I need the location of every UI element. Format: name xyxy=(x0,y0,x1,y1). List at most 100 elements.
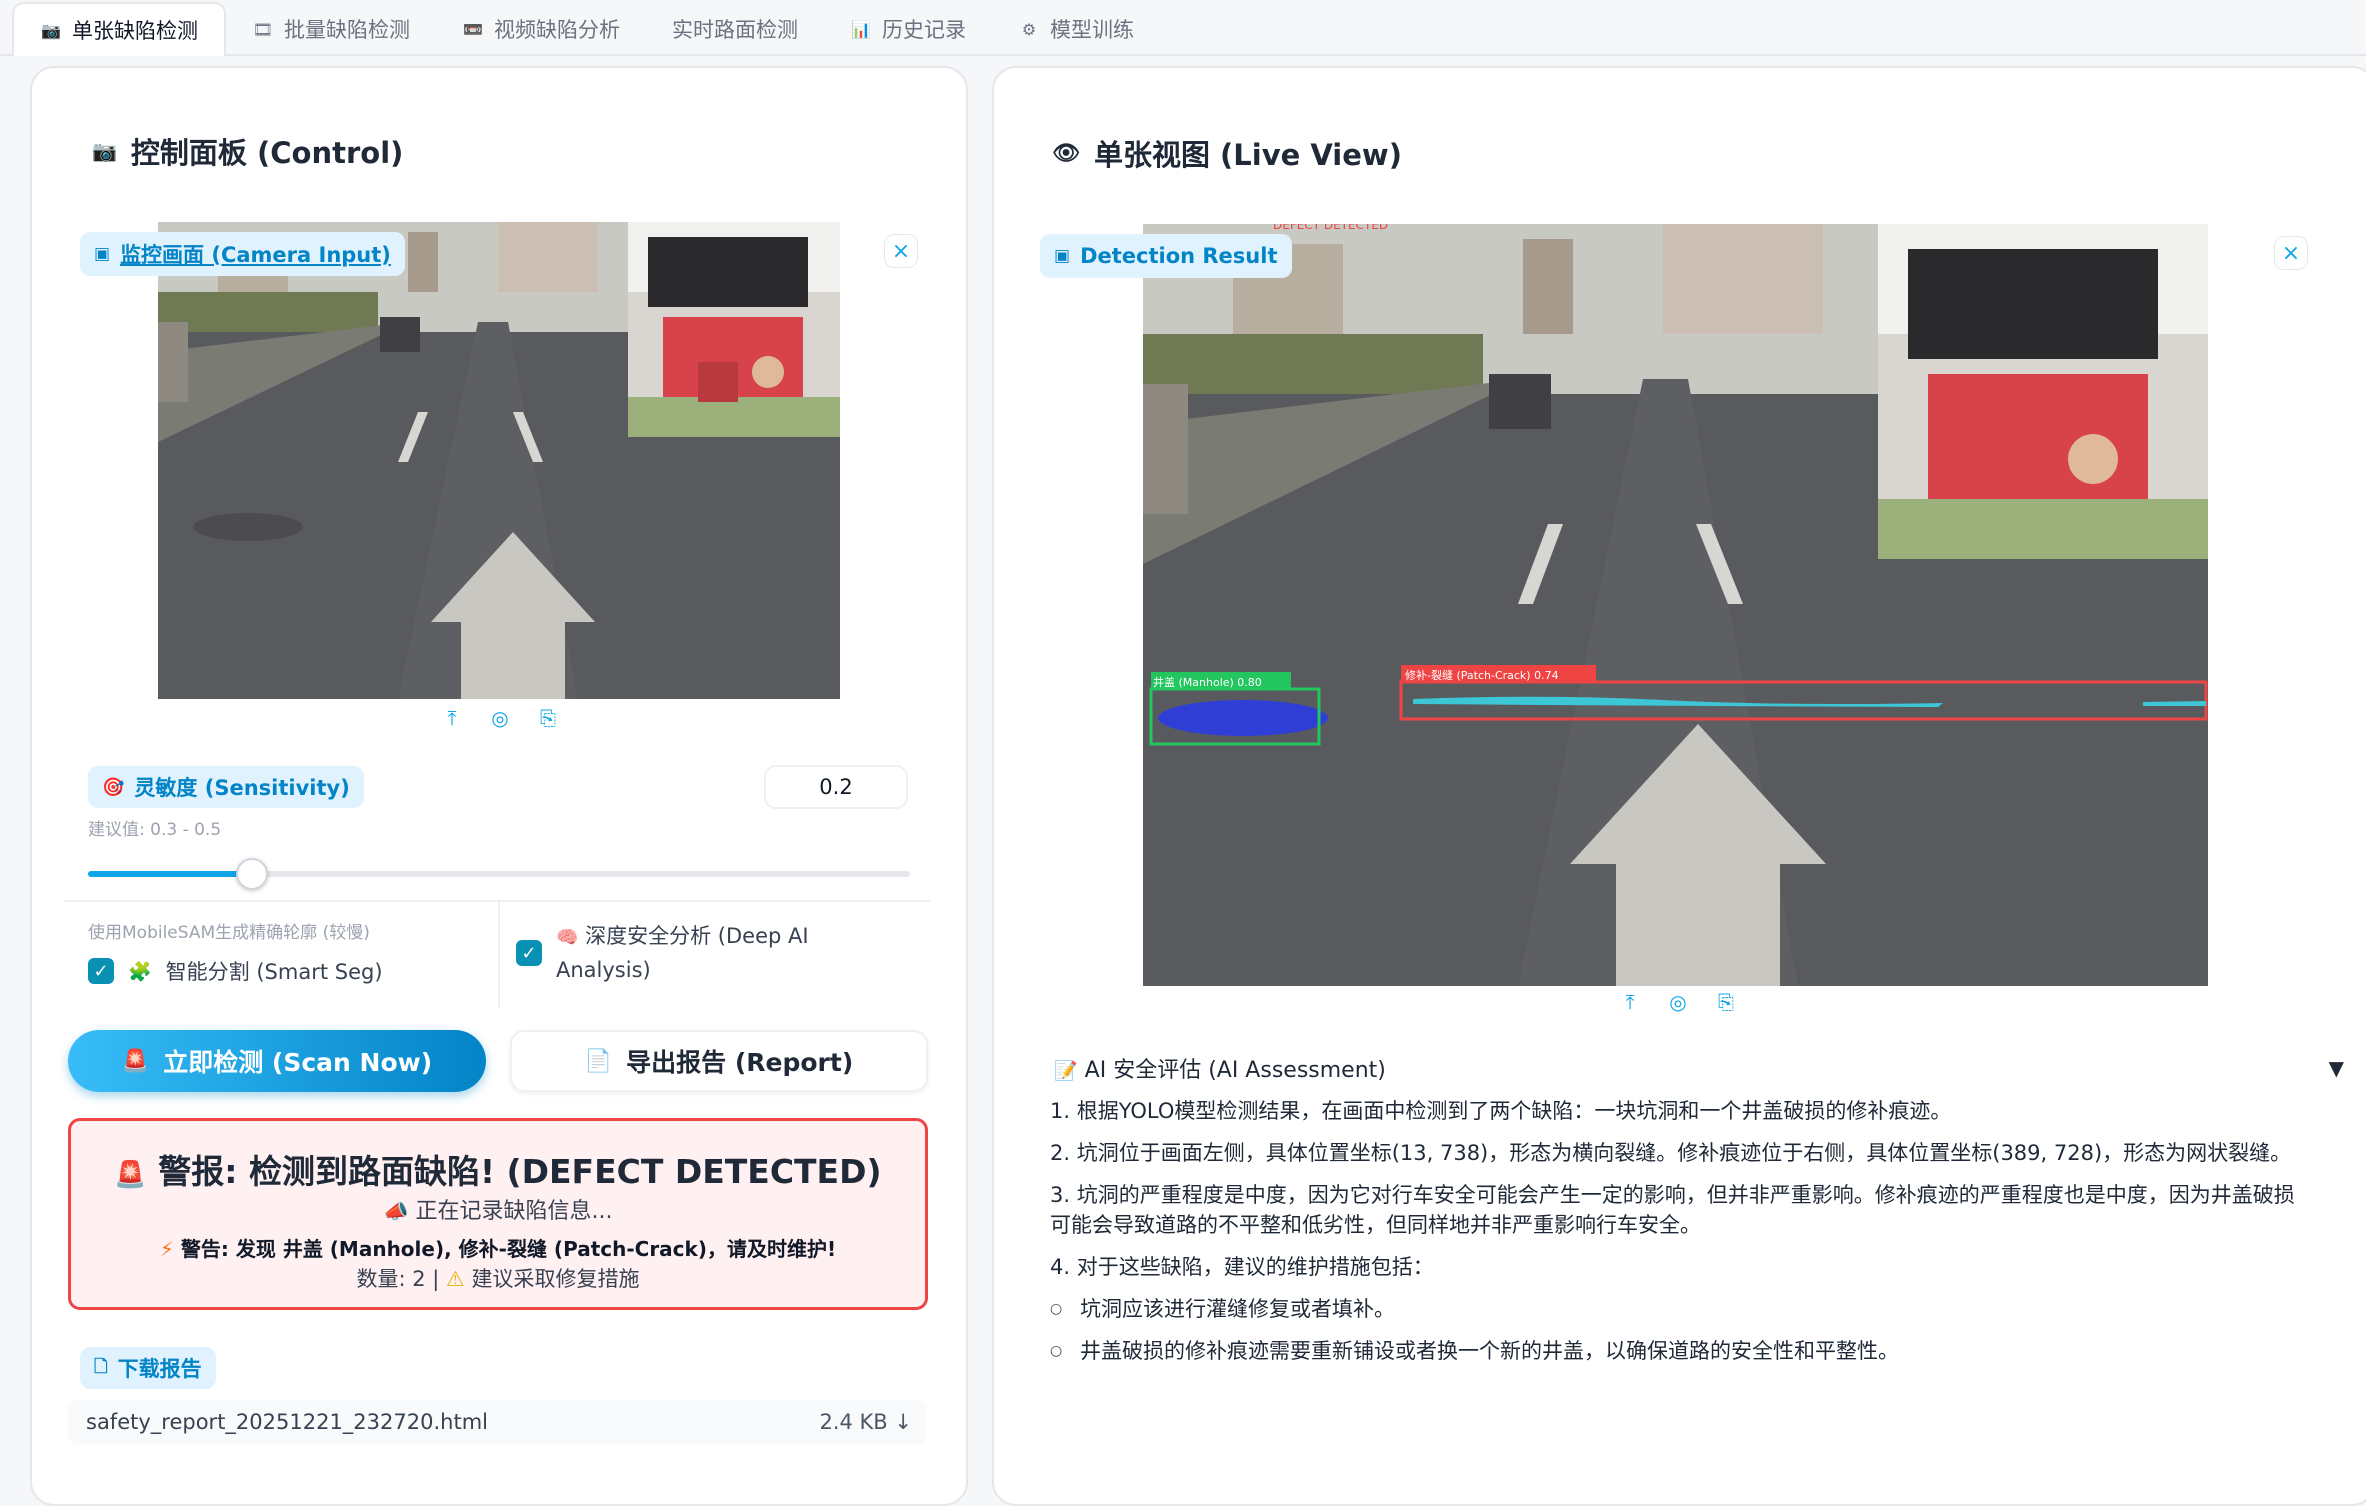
control-title: 📷 控制面板 (Control) xyxy=(92,130,403,172)
assessment-header[interactable]: 📝 AI 安全评估 (AI Assessment) ▼ xyxy=(1054,1052,2344,1084)
deep-ai-label: 🧠 深度安全分析 (Deep AI Analysis) xyxy=(556,920,809,987)
collapse-toggle-icon[interactable]: ▼ xyxy=(2329,1056,2344,1080)
detection-result-label: ▣ Detection Result xyxy=(1040,234,1292,278)
smart-seg-info: 使用MobileSAM生成精确轮廓 (较慢) xyxy=(88,923,370,943)
download-report-label: 🗋 下载报告 xyxy=(80,1347,216,1389)
film-icon: 🎞 xyxy=(252,19,274,39)
gear-icon: ⚙ xyxy=(1021,19,1037,39)
alert-warning-text: 警告: 发现 井盖 (Manhole), 修补-裂缝 (Patch-Crack)… xyxy=(180,1237,837,1261)
clipboard-icon[interactable]: ⎘ xyxy=(536,706,560,730)
tab-label: 单张缺陷检测 xyxy=(72,19,198,43)
export-report-button[interactable]: 📄 导出报告 (Report) xyxy=(510,1030,928,1092)
download-report-label-text: 下载报告 xyxy=(117,1357,202,1381)
alert-title-text: 警报: 检测到路面缺陷! (DEFECT DETECTED) xyxy=(158,1152,882,1191)
sensitivity-hint: 建议值: 0.3 - 0.5 xyxy=(88,820,222,840)
target-icon: 🎯 xyxy=(102,776,125,798)
file-icon: 🗋 xyxy=(94,1356,108,1377)
close-icon: × xyxy=(2281,240,2301,266)
assessment-body: 1. 根据YOLO模型检测结果，在画面中检测到了两个缺陷：一块坑洞和一个井盖破损… xyxy=(1050,1096,2300,1378)
tab-bar: 📷 单张缺陷检测 🎞 批量缺陷检测 📼 视频缺陷分析 实时路面检测 📊 历史记录 ⚙ 模型… xyxy=(0,0,2366,56)
assessment-item: 4. 对于这些缺陷，建议的维护措施包括： xyxy=(1050,1255,1434,1279)
deep-ai-option[interactable]: ✓ 🧠 深度安全分析 (Deep AI Analysis) xyxy=(516,920,809,987)
image-icon: ▣ xyxy=(94,244,111,264)
alert-warning: ⚡ 警告: 发现 井盖 (Manhole), 修补-裂缝 (Patch-Crac… xyxy=(71,1233,925,1262)
assessment-bullet: 坑洞应该进行灌缝修复或者填补。 xyxy=(1050,1294,2300,1324)
warning-icon: ⚠ xyxy=(446,1267,465,1291)
alert-count-text: 数量: 2 | xyxy=(356,1267,440,1291)
lightning-icon: ⚡ xyxy=(159,1237,174,1261)
sensitivity-value-input[interactable]: 0.2 xyxy=(764,765,908,809)
siren-icon: 🚨 xyxy=(121,1048,150,1074)
detection-scene xyxy=(1143,224,2208,986)
tab-history[interactable]: 📊 历史记录 xyxy=(824,4,992,54)
eye-icon: 👁 xyxy=(1052,140,1080,166)
upload-icon[interactable]: ⤒ xyxy=(440,706,464,730)
camera-input-label-text: 监控画面 (Camera Input) xyxy=(120,243,391,267)
sensitivity-label-text: 灵敏度 (Sensitivity) xyxy=(134,776,350,800)
report-file-name[interactable]: safety_report_20251221_232720.html xyxy=(86,1410,488,1434)
close-icon: × xyxy=(891,238,911,264)
live-view-title-text: 单张视图 (Live View) xyxy=(1093,138,1402,172)
detection-label-manhole: 井盖 (Manhole) 0.80 xyxy=(1153,676,1262,689)
deep-ai-checkbox[interactable]: ✓ xyxy=(516,940,542,966)
document-icon: 📄 xyxy=(584,1048,613,1074)
detection-result-image[interactable]: 井盖 (Manhole) 0.80 修补-裂缝 (Patch-Crack) 0.… xyxy=(1143,224,2208,986)
tab-label: 模型训练 xyxy=(1050,18,1134,42)
webcam-icon[interactable]: ◎ xyxy=(1666,990,1690,1014)
report-file-size: 2.4 KB ↓ xyxy=(819,1410,912,1434)
assessment-item: 3. 坑洞的严重程度是中度，因为它对行车安全可能会产生一定的影响，但并非严重影响… xyxy=(1050,1183,2295,1237)
detection-result-label-text: Detection Result xyxy=(1080,244,1278,268)
defect-alert: 🚨 警报: 检测到路面缺陷! (DEFECT DETECTED) 📣 正在记录缺… xyxy=(68,1118,928,1310)
overlay-defect-text: DEFECT DETECTED xyxy=(1273,224,1389,232)
detection-label-patch-crack: 修补-裂缝 (Patch-Crack) 0.74 xyxy=(1405,669,1559,682)
assessment-title-text: AI 安全评估 (AI Assessment) xyxy=(1084,1058,1386,1083)
tab-label: 历史记录 xyxy=(882,18,966,42)
image-icon: ▣ xyxy=(1054,246,1071,266)
camera-icon: 📷 xyxy=(41,20,61,40)
deep-ai-label-line2: Analysis) xyxy=(556,958,651,982)
export-report-label: 导出报告 (Report) xyxy=(626,1048,854,1077)
report-file-row[interactable]: safety_report_20251221_232720.html 2.4 K… xyxy=(68,1400,926,1444)
control-title-text: 控制面板 (Control) xyxy=(130,136,404,170)
alert-suggestion: 建议采取修复措施 xyxy=(471,1267,640,1291)
tab-video-analysis[interactable]: 📼 视频缺陷分析 xyxy=(436,4,646,54)
road-scene xyxy=(158,222,840,699)
sensitivity-slider-fill xyxy=(88,871,253,877)
clear-camera-button[interactable]: × xyxy=(884,234,918,268)
tab-batch-detection[interactable]: 🎞 批量缺陷检测 xyxy=(226,4,436,54)
alert-count: 数量: 2 | ⚠ 建议采取修复措施 xyxy=(71,1263,925,1293)
assessment-item: 1. 根据YOLO模型检测结果，在画面中检测到了两个缺陷：一块坑洞和一个井盖破损… xyxy=(1050,1099,1952,1123)
tab-model-training[interactable]: ⚙ 模型训练 xyxy=(992,4,1160,54)
upload-icon[interactable]: ⤒ xyxy=(1618,990,1642,1014)
tab-realtime-detection[interactable]: 实时路面检测 xyxy=(646,4,824,54)
alert-recording-text: 正在记录缺陷信息... xyxy=(415,1199,613,1224)
alert-recording: 📣 正在记录缺陷信息... xyxy=(71,1193,925,1225)
scan-now-label: 立即检测 (Scan Now) xyxy=(163,1048,433,1077)
live-view-title: 👁 单张视图 (Live View) xyxy=(1052,132,1402,174)
sensitivity-label: 🎯 灵敏度 (Sensitivity) xyxy=(88,766,364,808)
camera-input-image[interactable] xyxy=(158,222,840,699)
tab-label: 实时路面检测 xyxy=(672,18,798,42)
webcam-icon[interactable]: ◎ xyxy=(488,706,512,730)
camera-input-label: ▣ 监控画面 (Camera Input) xyxy=(80,232,405,276)
clear-result-button[interactable]: × xyxy=(2274,236,2308,270)
scan-now-button[interactable]: 🚨 立即检测 (Scan Now) xyxy=(68,1030,486,1092)
tab-single-detection[interactable]: 📷 单张缺陷检测 xyxy=(12,2,226,56)
clipboard-icon[interactable]: ⎘ xyxy=(1714,990,1738,1014)
brain-icon: 🧠 xyxy=(556,927,579,948)
sensitivity-value: 0.2 xyxy=(819,775,853,799)
smart-seg-label: 智能分割 (Smart Seg) xyxy=(165,960,383,984)
sensitivity-slider[interactable] xyxy=(88,871,910,877)
assessment-item: 2. 坑洞位于画面左侧，具体位置坐标(13, 738)，形态为横向裂缝。修补痕迹… xyxy=(1050,1141,2292,1165)
assessment-bullet: 井盖破损的修补痕迹需要重新铺设或者换一个新的井盖，以确保道路的安全性和平整性。 xyxy=(1050,1336,2300,1366)
smart-seg-checkbox[interactable]: ✓ xyxy=(88,958,114,984)
options-divider xyxy=(498,902,500,1008)
tab-label: 批量缺陷检测 xyxy=(284,18,410,42)
tab-label: 视频缺陷分析 xyxy=(494,18,620,42)
camera-image-tools: ⤒ ◎ ⎘ xyxy=(440,706,560,730)
deep-ai-label-line1: 深度安全分析 (Deep AI xyxy=(585,924,809,948)
smart-seg-option[interactable]: ✓ 🧩 智能分割 (Smart Seg) xyxy=(88,956,383,986)
siren-icon: 🚨 xyxy=(114,1160,147,1190)
result-image-tools: ⤒ ◎ ⎘ xyxy=(1618,990,1738,1014)
alert-title: 🚨 警报: 检测到路面缺陷! (DEFECT DETECTED) xyxy=(71,1145,925,1193)
